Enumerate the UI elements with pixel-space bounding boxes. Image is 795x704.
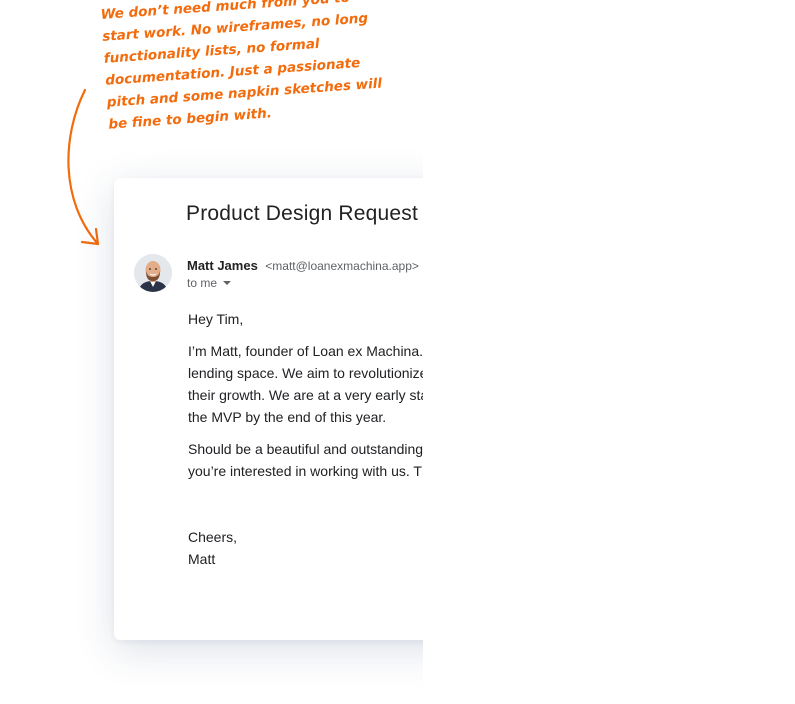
email-subject: Product Design Request [186,202,419,225]
body-line: you’re interested in working with us. Th [188,463,423,479]
sender-line: Matt James <matt@loanexmachina.app> [187,257,419,275]
email-paragraph: I’m Matt, founder of Loan ex Machina. le… [188,340,423,428]
email-paragraph: Should be a beautiful and outstanding yo… [188,438,423,482]
body-line: Should be a beautiful and outstanding [188,441,423,457]
body-line: I’m Matt, founder of Loan ex Machina. [188,343,423,359]
avatar-photo-icon[interactable] [134,254,172,292]
body-line: their growth. We are at a very early sta… [188,387,423,403]
sender-name[interactable]: Matt James [187,258,258,273]
email-signoff-block: Cheers, Matt [188,526,423,570]
chevron-down-icon[interactable] [223,280,232,285]
recipient-details-toggle[interactable]: to me [187,276,232,290]
email-signoff: Cheers, [188,529,238,545]
recipient-label: to me [187,276,218,290]
sender-email: <matt@loanexmachina.app> [265,259,419,273]
body-line: lending space. We aim to revolutionize [188,365,423,381]
body-line: the MVP by the end of this year. [188,409,387,425]
email-body: Hey Tim, I’m Matt, founder of Loan ex Ma… [188,308,423,570]
email-card-viewport: Product Design Request Matt James <matt@… [60,120,423,704]
email-signature: Matt [188,551,216,567]
email-greeting: Hey Tim, [188,311,244,327]
email-card: Product Design Request Matt James <matt@… [114,178,423,640]
handwritten-note: We don’t need much from you to start wor… [100,0,389,136]
